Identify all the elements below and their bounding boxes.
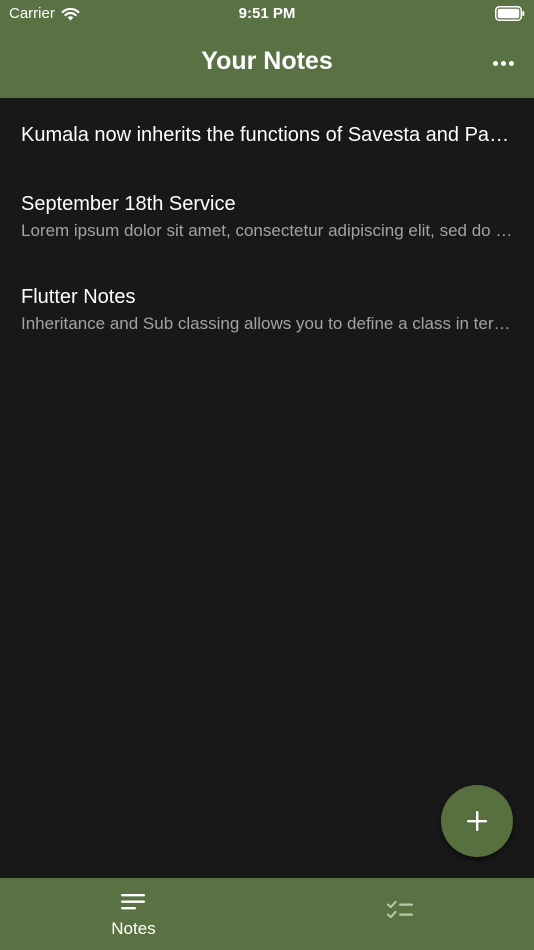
checklist-icon [387,900,413,919]
note-item-0[interactable]: Kumala now inherits the functions of Sav… [21,122,513,148]
note-item-2[interactable]: Flutter Notes Inheritance and Sub classi… [21,284,513,335]
note-title: Kumala now inherits the functions of Sav… [21,124,513,146]
bottom-nav: Notes [0,878,534,950]
add-note-button[interactable] [441,785,513,857]
status-time: 9:51 PM [238,5,296,22]
tab-notes[interactable]: Notes [0,878,267,950]
more-options-button[interactable] [486,48,520,78]
status-bar: Carrier 9:51 PM [0,0,534,28]
plus-icon [467,811,487,831]
note-preview: Inheritance and Sub classing allows you … [21,314,513,333]
note-item-1[interactable]: September 18th Service Lorem ipsum dolor… [21,191,513,242]
tab-checklist[interactable] [267,878,534,950]
battery-icon [495,6,525,21]
app-header: Carrier 9:51 PM Your Notes [0,0,534,98]
note-title: September 18th Service [21,193,236,215]
title-row: Your Notes [0,44,534,82]
more-horizontal-icon [492,60,498,66]
notes-lines-icon [121,894,145,910]
note-preview: Lorem ipsum dolor sit amet, consectetur … [21,221,513,240]
tab-notes-label: Notes [111,919,156,938]
page-title: Your Notes [201,47,333,75]
note-title: Flutter Notes [21,286,136,308]
